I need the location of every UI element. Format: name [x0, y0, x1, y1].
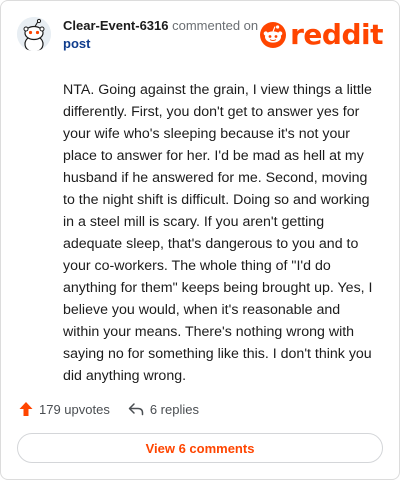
comment-header: Clear-Event-6316 commented on post reddi… [17, 15, 383, 55]
comment-meta: Clear-Event-6316 commented on post [63, 17, 258, 53]
reddit-snoo-icon [260, 22, 287, 48]
user-avatar[interactable] [17, 17, 51, 51]
comment-card: Clear-Event-6316 commented on post reddi… [0, 0, 400, 480]
action-text: commented on [172, 18, 259, 33]
post-link[interactable]: post [63, 36, 90, 51]
view-comments-button[interactable]: View 6 comments [17, 433, 383, 463]
replies-button[interactable]: 6 replies [128, 402, 199, 417]
comment-body: NTA. Going against the grain, I view thi… [63, 82, 373, 384]
upvote-arrow-icon [19, 402, 33, 416]
username[interactable]: Clear-Event-6316 [63, 18, 169, 33]
snoo-avatar-icon [17, 17, 51, 51]
reply-arrow-icon [128, 403, 144, 416]
upvote-count: 179 upvotes [39, 401, 110, 417]
comment-actions: 179 upvotes 6 replies [19, 399, 217, 419]
reddit-wordmark: reddit [290, 18, 383, 51]
upvote-button[interactable]: 179 upvotes [19, 401, 110, 417]
reddit-logo[interactable]: reddit [260, 19, 383, 51]
replies-count: 6 replies [149, 401, 199, 417]
